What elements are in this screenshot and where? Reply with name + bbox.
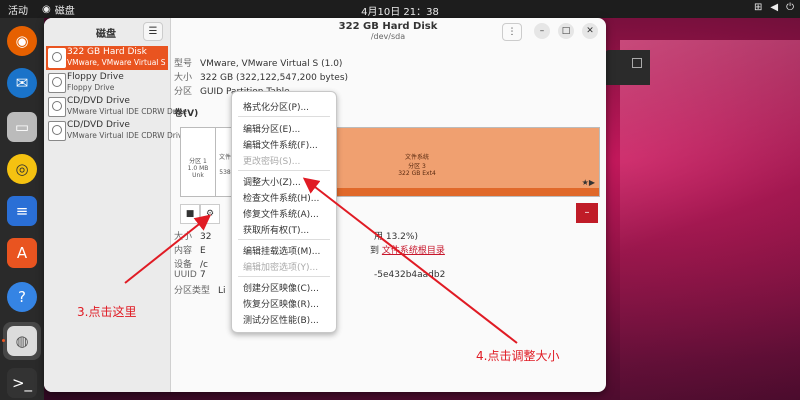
annotation-arrows [124,177,518,344]
annotation-step-3: 3.点击这里 [77,305,137,319]
annotation-step-4: 4.点击调整大小 [476,349,560,363]
arrow-to-resize [302,177,518,344]
arrow-to-gear [124,214,212,284]
